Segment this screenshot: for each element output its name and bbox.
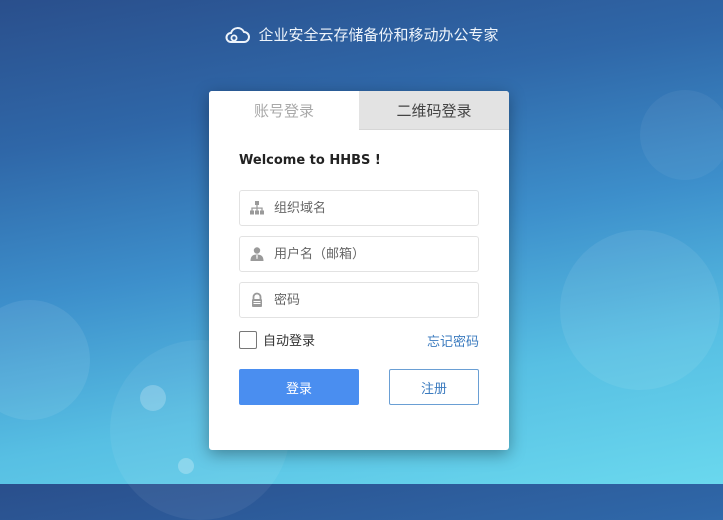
login-card: 账号登录 二维码登录 Welcome to HHBS ! 组织域名 用户名（邮箱… — [209, 91, 509, 450]
welcome-title: Welcome to HHBS ! — [239, 153, 381, 168]
tab-qrcode-login[interactable]: 二维码登录 — [359, 91, 509, 130]
register-button[interactable]: 注册 — [389, 369, 479, 405]
cloud-icon — [224, 26, 251, 44]
lock-icon — [240, 283, 274, 317]
header-slogan: 企业安全云存储备份和移动办公专家 — [0, 24, 723, 45]
auto-login-checkbox[interactable] — [239, 330, 257, 349]
org-domain-field[interactable] — [239, 190, 479, 226]
background-bokeh — [640, 90, 723, 180]
background-bokeh — [178, 458, 194, 474]
user-icon — [240, 237, 274, 271]
username-field[interactable] — [239, 236, 479, 272]
password-input[interactable] — [274, 292, 478, 308]
org-domain-input[interactable] — [274, 200, 478, 216]
background-bokeh — [560, 230, 720, 390]
auto-login[interactable]: 自动登录 — [239, 330, 315, 349]
username-input[interactable] — [274, 246, 478, 262]
slogan-text: 企业安全云存储备份和移动办公专家 — [258, 26, 499, 44]
background-bokeh — [140, 385, 166, 411]
login-button[interactable]: 登录 — [239, 369, 359, 405]
tab-account-login[interactable]: 账号登录 — [209, 91, 359, 130]
auto-login-label: 自动登录 — [263, 334, 316, 349]
login-tabs: 账号登录 二维码登录 — [209, 91, 509, 130]
forgot-password-link[interactable]: 忘记密码 — [427, 331, 479, 350]
password-field[interactable] — [239, 282, 479, 318]
org-tree-icon — [240, 191, 274, 225]
background-bokeh — [0, 300, 90, 420]
